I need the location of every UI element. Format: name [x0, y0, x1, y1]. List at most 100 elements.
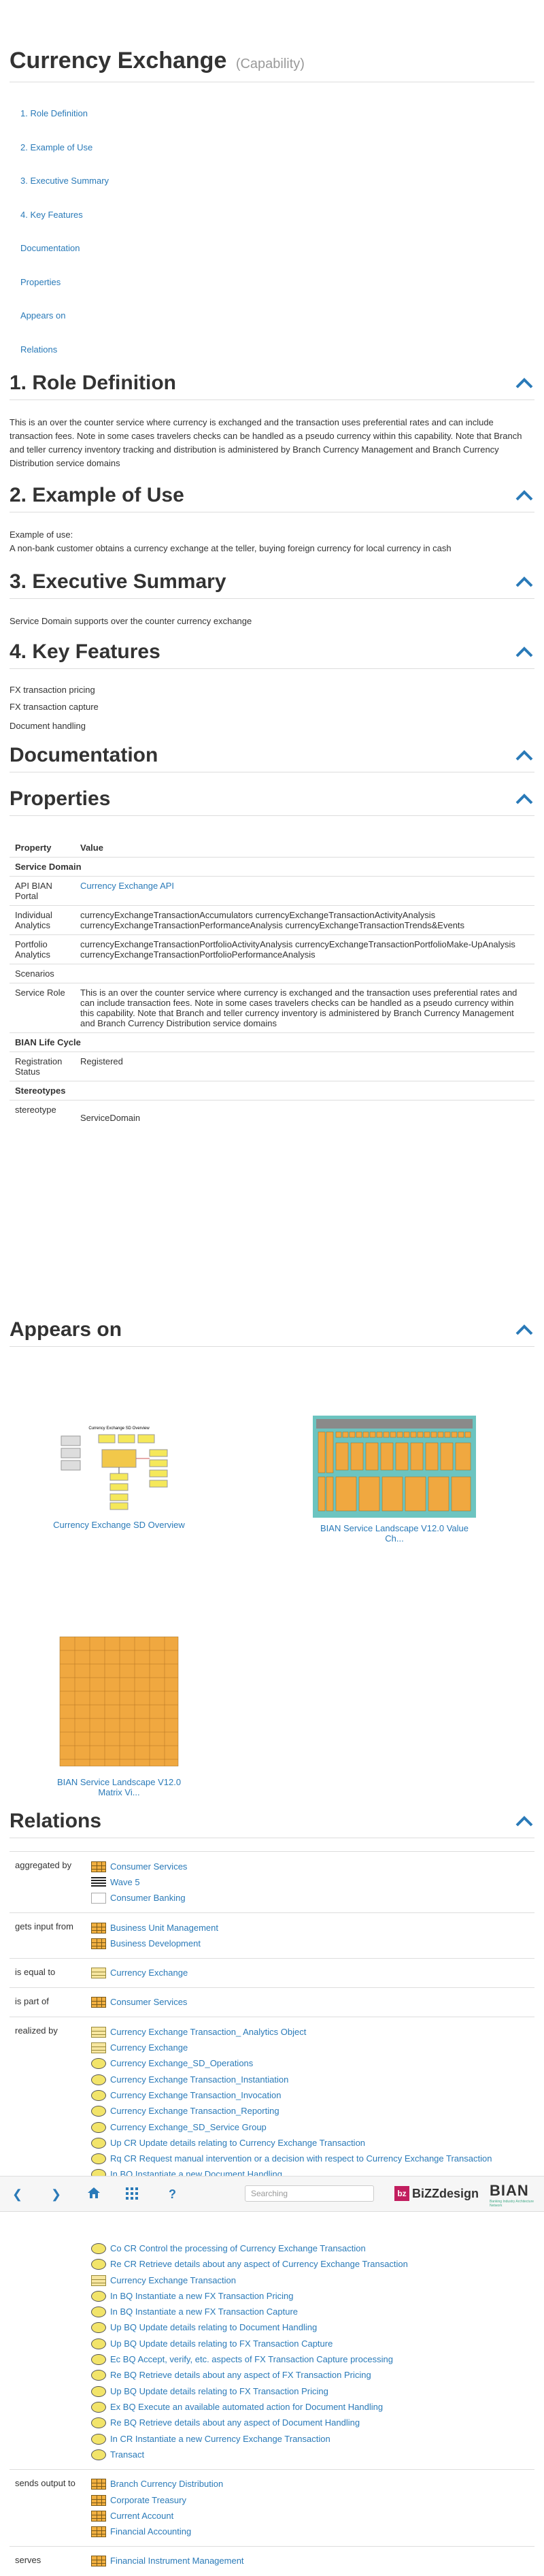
relation-link[interactable]: Consumer Services: [110, 1995, 187, 2009]
chevron-up-icon[interactable]: [515, 794, 533, 804]
relation-link[interactable]: Up BQ Update details relating to Documen…: [110, 2321, 317, 2334]
section-key-features: 4. Key Features: [10, 640, 534, 669]
toc-role-definition[interactable]: 1. Role Definition: [20, 109, 109, 143]
property-name: Service Role: [10, 983, 75, 1033]
relation-item: Up CR Update details relating to Currenc…: [91, 2135, 492, 2151]
oval-element-icon: [91, 2106, 106, 2117]
relation-item: Re CR Retrieve details about any aspect …: [91, 2257, 492, 2272]
toc-executive-summary[interactable]: 3. Executive Summary: [20, 176, 109, 210]
relation-link[interactable]: Currency Exchange: [110, 2041, 188, 2055]
relation-link[interactable]: Business Unit Management: [110, 1921, 218, 1935]
toc-documentation[interactable]: Documentation: [20, 244, 109, 278]
relation-group: aggregated by Consumer Services Wave 5 Cons…: [10, 1851, 534, 1913]
relation-type-label: serves: [15, 2554, 41, 2565]
relation-link[interactable]: Currency Exchange Transaction_Instantiat…: [110, 2073, 288, 2087]
relation-link[interactable]: Consumer Services: [110, 1860, 187, 1874]
chevron-up-icon[interactable]: [515, 490, 533, 501]
relation-item: Up BQ Update details relating to FX Tran…: [91, 2383, 492, 2399]
chevron-up-icon[interactable]: [515, 1816, 533, 1827]
grid-element-icon: [91, 1997, 106, 2008]
table-row: Portfolio Analytics currencyExchangeTran…: [10, 934, 534, 964]
relation-link[interactable]: Business Development: [110, 1937, 201, 1951]
toc-key-features[interactable]: 4. Key Features: [20, 210, 109, 244]
section-divider: [10, 815, 534, 816]
stripe-element-icon: [91, 1876, 106, 1888]
section-heading: Relations: [10, 1810, 102, 1832]
relation-link[interactable]: Currency Exchange Transaction_ Analytics…: [110, 2025, 306, 2039]
relation-type-label: gets input from: [15, 1921, 73, 1931]
relation-link[interactable]: Wave 5: [110, 1876, 140, 1889]
relation-link[interactable]: Consumer Banking: [110, 1891, 186, 1905]
relation-link[interactable]: Ex BQ Execute an available automated act…: [110, 2400, 383, 2414]
home-icon[interactable]: [87, 2187, 101, 2199]
page-header: Currency Exchange (Capability): [10, 48, 534, 74]
property-value: Currency Exchange API: [75, 876, 534, 906]
help-icon[interactable]: ?: [169, 2187, 176, 2202]
relation-link[interactable]: Up BQ Update details relating to FX Tran…: [110, 2385, 328, 2398]
property-name: Scenarios: [10, 964, 75, 983]
oval-element-icon: [91, 2433, 106, 2445]
relation-link[interactable]: Transact: [110, 2448, 144, 2462]
relation-link[interactable]: In BQ Instantiate a new FX Transaction P…: [110, 2289, 294, 2303]
api-portal-link[interactable]: Currency Exchange API: [80, 881, 174, 891]
relation-link[interactable]: Currency Exchange Transaction_Invocation: [110, 2089, 281, 2102]
relation-link[interactable]: Currency Exchange_SD_Service Group: [110, 2121, 267, 2134]
relation-link[interactable]: Up CR Update details relating to Currenc…: [110, 2136, 365, 2150]
diagram-link[interactable]: Currency Exchange SD Overview: [53, 1520, 185, 1530]
relation-link[interactable]: Financial Accounting: [110, 2525, 191, 2539]
chevron-up-icon[interactable]: [515, 647, 533, 657]
diagram-thumbnail[interactable]: BIAN Service Landscape V12.0 Matrix Vi..…: [48, 1633, 190, 1797]
chevron-up-icon[interactable]: [515, 1324, 533, 1335]
relation-link[interactable]: Branch Currency Distribution: [110, 2477, 223, 2491]
relation-link[interactable]: Currency Exchange: [110, 1966, 188, 1980]
executive-summary-text: Service Domain supports over the counter…: [10, 616, 252, 626]
relation-link[interactable]: Re CR Retrieve details about any aspect …: [110, 2257, 408, 2271]
relation-link[interactable]: Up BQ Update details relating to FX Tran…: [110, 2337, 333, 2351]
relation-list: Business Unit Management Business Develop…: [91, 1920, 218, 1952]
relation-list: Currency Exchange: [91, 1966, 188, 1981]
relation-link[interactable]: Re BQ Retrieve details about any aspect …: [110, 2368, 371, 2382]
table-row: Service Role This is an over the counter…: [10, 983, 534, 1033]
example-label: Example of use:: [10, 529, 73, 540]
relation-item: In BQ Instantiate a new FX Transaction P…: [91, 2288, 492, 2304]
relation-item: Transact: [91, 2447, 492, 2462]
chevron-up-icon[interactable]: [515, 378, 533, 389]
relation-type-label: aggregated by: [15, 1860, 72, 1870]
relation-item: Business Development: [91, 1936, 218, 1951]
relation-link[interactable]: In BQ Instantiate a new FX Transaction C…: [110, 2305, 298, 2319]
relation-link[interactable]: Financial Instrument Management: [110, 2554, 244, 2568]
chevron-up-icon[interactable]: [515, 750, 533, 761]
relation-link[interactable]: Current Account: [110, 2509, 173, 2523]
relation-item: Currency Exchange Transaction_Invocation: [91, 2087, 492, 2103]
relation-link[interactable]: Ec BQ Accept, verify, etc. aspects of FX…: [110, 2353, 393, 2366]
relation-link[interactable]: Currency Exchange_SD_Operations: [110, 2057, 253, 2070]
diagram-link[interactable]: BIAN Service Landscape V12.0 Matrix Vi..…: [57, 1777, 181, 1797]
grid-menu-icon[interactable]: [126, 2187, 138, 2200]
table-row: Scenarios: [10, 964, 534, 983]
toc-appears-on[interactable]: Appears on: [20, 311, 109, 345]
property-value: ServiceDomain: [75, 1100, 534, 1127]
relation-link[interactable]: Currency Exchange Transaction_Reporting: [110, 2104, 279, 2118]
relation-item: Consumer Services: [91, 1995, 187, 2010]
forward-arrow-icon[interactable]: ❯: [51, 2187, 61, 2202]
diagram-link[interactable]: BIAN Service Landscape V12.0 Value Ch...: [320, 1523, 469, 1544]
toc-properties[interactable]: Properties: [20, 277, 109, 312]
search-input[interactable]: Searching: [245, 2185, 374, 2202]
relation-link[interactable]: Co CR Control the processing of Currency…: [110, 2242, 366, 2255]
relation-link[interactable]: Re BQ Retrieve details about any aspect …: [110, 2416, 360, 2430]
property-name: API BIAN Portal: [10, 876, 75, 906]
section-role-definition: 1. Role Definition: [10, 371, 534, 400]
relation-link[interactable]: Rq CR Request manual intervention or a d…: [110, 2152, 492, 2166]
relation-item: Wave 5: [91, 1874, 187, 1890]
relation-list: Consumer Services Wave 5 Consumer Banking: [91, 1859, 187, 1906]
relation-link[interactable]: In CR Instantiate a new Currency Exchang…: [110, 2432, 330, 2446]
toc-example-of-use[interactable]: 2. Example of Use: [20, 142, 109, 177]
oval-element-icon: [91, 2058, 106, 2070]
chevron-up-icon[interactable]: [515, 576, 533, 587]
relation-link[interactable]: Corporate Treasury: [110, 2494, 186, 2507]
diagram-preview-image: [313, 1416, 476, 1518]
relation-link[interactable]: Currency Exchange Transaction: [110, 2274, 236, 2287]
diagram-thumbnail[interactable]: Currency Exchange SD Overview Currency E…: [48, 1422, 190, 1530]
back-arrow-icon[interactable]: ❮: [12, 2187, 22, 2202]
diagram-thumbnail[interactable]: BIAN Service Landscape V12.0 Value Ch...: [313, 1416, 476, 1544]
